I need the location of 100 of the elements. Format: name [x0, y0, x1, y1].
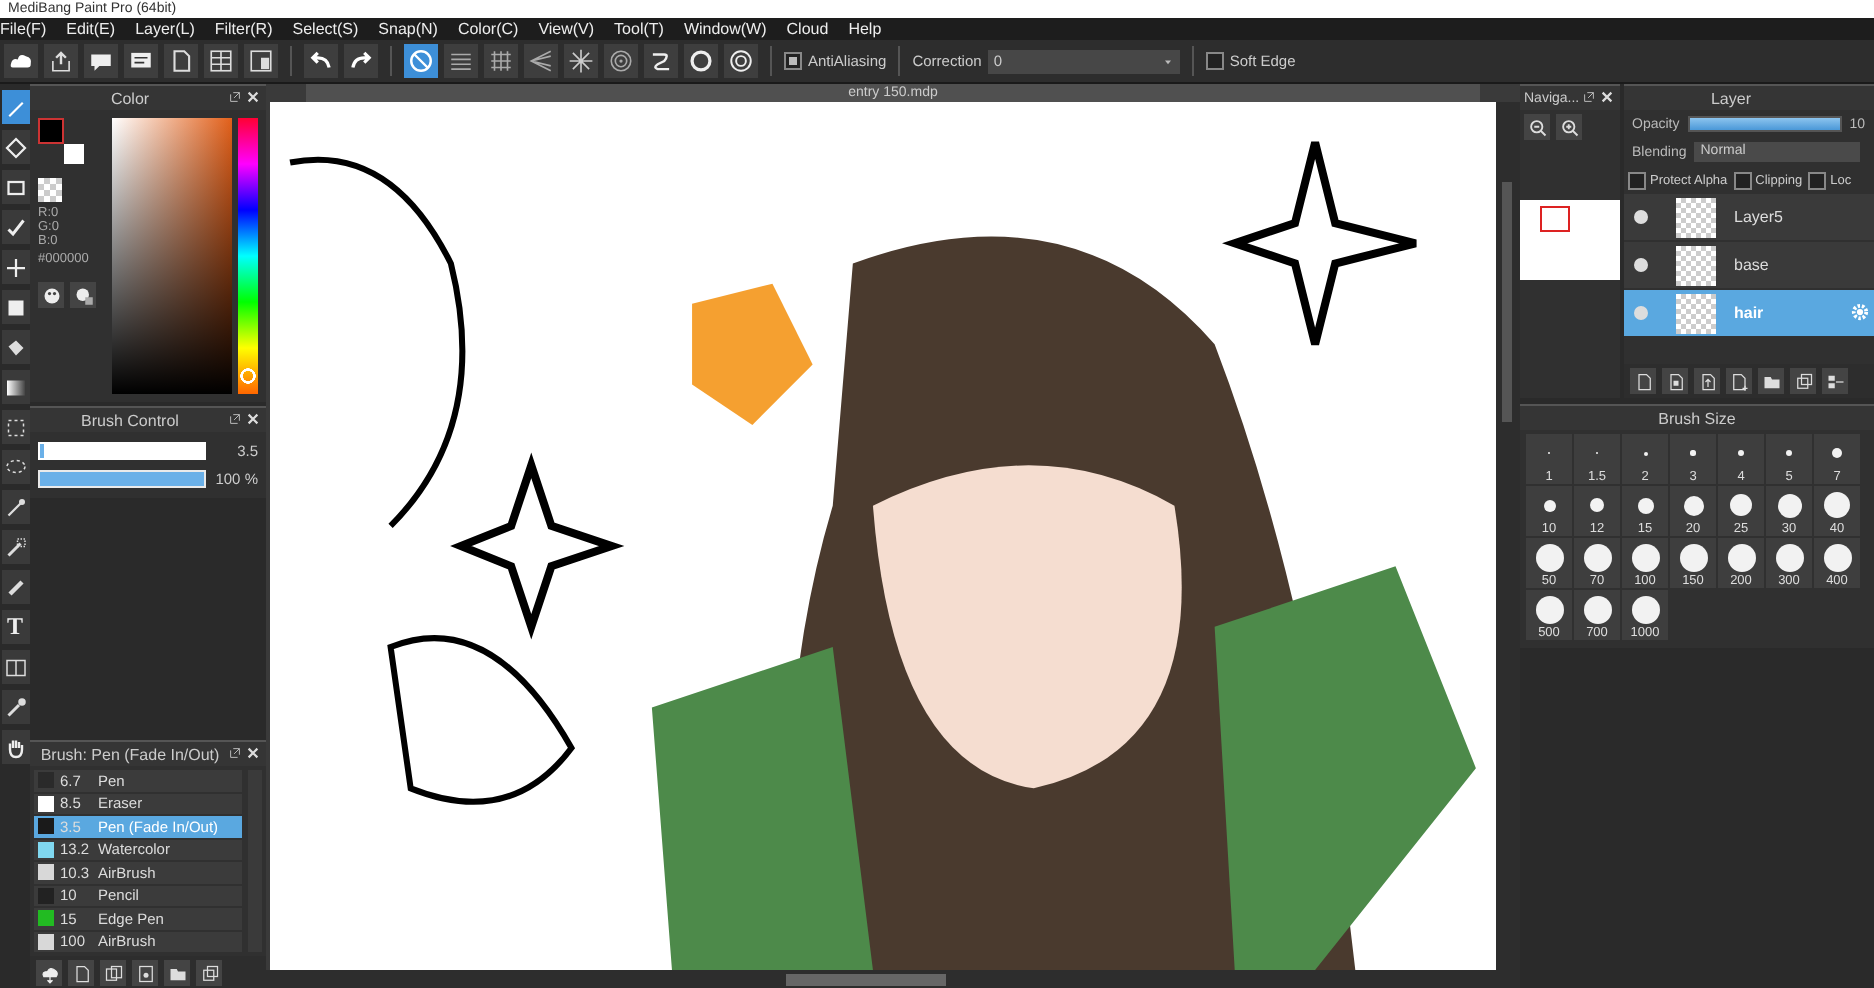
upload-button[interactable]: [44, 44, 78, 78]
pen-tool-button[interactable]: [1, 90, 29, 124]
cloud-button[interactable]: [4, 44, 38, 78]
palette-icon: [41, 285, 61, 305]
grid-button[interactable]: [204, 44, 238, 78]
foreground-color-swatch[interactable]: [38, 118, 64, 144]
fill-tool-button[interactable]: [1, 290, 29, 324]
new-layer-icon: [1633, 371, 1653, 391]
layer-item[interactable]: Layer5: [1624, 194, 1874, 240]
document-button[interactable]: [164, 44, 198, 78]
new-page-button[interactable]: [68, 960, 94, 986]
radial-lines-button[interactable]: [564, 44, 598, 78]
option-checkbox[interactable]: [1628, 171, 1646, 189]
wand-tool-button[interactable]: [1, 490, 29, 524]
zoom-in-icon: [1559, 117, 1579, 137]
color-picker-square[interactable]: [112, 118, 232, 394]
merge-button[interactable]: [1822, 368, 1848, 394]
angle-lines-button[interactable]: [524, 44, 558, 78]
visibility-dot[interactable]: [1634, 306, 1648, 320]
visibility-dot[interactable]: [1634, 210, 1648, 224]
document-icon: [168, 48, 194, 74]
menu-item[interactable]: Snap(N): [378, 20, 438, 38]
comment-button[interactable]: [124, 44, 158, 78]
lasso-tool-button[interactable]: [1, 450, 29, 484]
menu-item[interactable]: Edit(E): [66, 20, 116, 38]
panel-title: Layer: [1710, 89, 1751, 107]
snap-off-icon: [408, 48, 434, 74]
brush-slider-track[interactable]: [38, 442, 206, 460]
popout-icon[interactable]: [228, 746, 242, 760]
move-tool-button[interactable]: [1, 250, 29, 284]
rectangle-icon: [3, 175, 27, 199]
popout-icon[interactable]: [228, 90, 242, 104]
circle-button[interactable]: [684, 44, 718, 78]
palette-grid-icon: [73, 285, 93, 305]
popout-icon[interactable]: [228, 412, 242, 426]
curve-icon: [648, 48, 674, 74]
cloud-download-button[interactable]: [36, 960, 62, 986]
menu-item[interactable]: Filter(R): [214, 20, 273, 38]
menu-item[interactable]: Window(W): [683, 20, 767, 38]
selection-pen-tool-button[interactable]: [1, 530, 29, 564]
marquee-tool-button[interactable]: [1, 410, 29, 444]
rectangle-tool-button[interactable]: [1, 170, 29, 204]
layout-button[interactable]: [244, 44, 278, 78]
menu-item[interactable]: Select(S): [292, 20, 359, 38]
menu-item[interactable]: Cloud: [786, 20, 829, 38]
layout-icon: [248, 48, 274, 74]
bucket-tool-button[interactable]: [1, 330, 29, 364]
speech-bubble-button[interactable]: [84, 44, 118, 78]
parallel-lines-button[interactable]: [444, 44, 478, 78]
menu-item[interactable]: Help: [848, 20, 882, 38]
option-checkbox[interactable]: [1808, 171, 1827, 189]
new-page-layer-button[interactable]: [1662, 368, 1688, 394]
menu-item[interactable]: View(V): [538, 20, 595, 38]
ring-button[interactable]: [724, 44, 758, 78]
settings-page-button[interactable]: [132, 960, 158, 986]
eraser-tool-button[interactable]: [1, 130, 29, 164]
close-icon[interactable]: [246, 746, 260, 760]
navigator-preview[interactable]: [1520, 200, 1620, 280]
close-icon[interactable]: [1600, 90, 1614, 104]
zoom-in-button[interactable]: [1556, 114, 1582, 140]
undo-icon: [308, 48, 334, 74]
background-color-swatch[interactable]: [64, 144, 84, 164]
add-layer-button[interactable]: [1726, 368, 1752, 394]
close-icon[interactable]: [246, 90, 260, 104]
curve-button[interactable]: [644, 44, 678, 78]
concentric-circles-button[interactable]: [604, 44, 638, 78]
import-layer-button[interactable]: [1694, 368, 1720, 394]
text-tool-button[interactable]: T: [1, 610, 29, 644]
close-icon[interactable]: [246, 412, 260, 426]
bucket-icon: [3, 335, 27, 359]
folder-button[interactable]: [164, 960, 190, 986]
divide-tool-button[interactable]: [1, 650, 29, 684]
copy-page-button[interactable]: [100, 960, 126, 986]
zoom-out-button[interactable]: [1524, 114, 1550, 140]
duplicate-button[interactable]: [196, 960, 222, 986]
redo-button[interactable]: [344, 44, 378, 78]
brush-tool-button[interactable]: [1, 210, 29, 244]
layer-item[interactable]: base: [1624, 242, 1874, 288]
option-checkbox[interactable]: [1733, 171, 1752, 189]
divide-icon: [3, 655, 27, 679]
palette-button[interactable]: [38, 282, 64, 308]
soft-edge-checkbox[interactable]: [1205, 52, 1224, 70]
menu-item[interactable]: Layer(L): [135, 20, 195, 38]
antialiasing-checkbox[interactable]: [784, 52, 802, 70]
menu-item[interactable]: Tool(T): [614, 20, 664, 38]
transparent-color-swatch[interactable]: [38, 178, 62, 202]
color-history-button[interactable]: [70, 282, 96, 308]
menu-item[interactable]: File(F): [0, 20, 47, 38]
duplicate-button[interactable]: [1790, 368, 1816, 394]
popout-icon[interactable]: [1582, 90, 1596, 104]
visibility-dot[interactable]: [1634, 258, 1648, 272]
eyedropper-tool-button[interactable]: [1, 690, 29, 724]
folder-button[interactable]: [1758, 368, 1784, 394]
menu-item[interactable]: Color(C): [457, 20, 519, 38]
hand-tool-button[interactable]: [1, 730, 29, 764]
grid-lines-button[interactable]: [484, 44, 518, 78]
snap-off-button[interactable]: [404, 44, 438, 78]
gradient-tool-button[interactable]: [1, 370, 29, 404]
undo-button[interactable]: [304, 44, 338, 78]
new-layer-button[interactable]: [1630, 368, 1656, 394]
